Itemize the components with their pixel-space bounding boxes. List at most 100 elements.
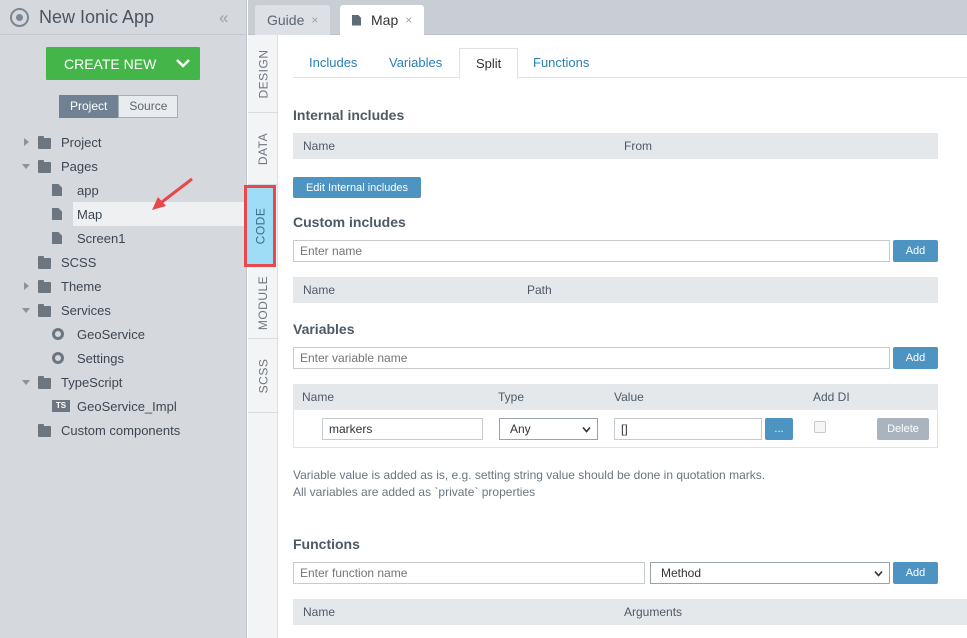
- tree-item-label: Screen1: [77, 230, 126, 246]
- chevron-down-icon: [582, 426, 591, 433]
- file-icon: [52, 184, 62, 196]
- function-kind-select[interactable]: Method: [650, 562, 890, 584]
- tree-item[interactable]: app: [0, 178, 247, 202]
- tab-scss[interactable]: SCSS: [248, 339, 278, 413]
- tab-map[interactable]: Map ×: [340, 5, 425, 35]
- gear-icon: [52, 352, 64, 364]
- tab-scss-label: SCSS: [256, 358, 270, 393]
- custom-include-name-input[interactable]: [293, 240, 890, 262]
- tab-design[interactable]: DESIGN: [248, 35, 278, 113]
- add-custom-include-button[interactable]: Add: [893, 240, 938, 262]
- caret-down-icon[interactable]: [22, 380, 30, 385]
- subtab-split[interactable]: Split: [459, 48, 519, 79]
- add-di-checkbox[interactable]: [814, 421, 826, 433]
- subtab-functions[interactable]: Functions: [517, 48, 605, 78]
- tab-guide[interactable]: Guide ×: [255, 5, 331, 35]
- tree-item-label: TypeScript: [61, 374, 123, 390]
- close-icon[interactable]: ×: [405, 13, 412, 27]
- create-new-button[interactable]: CREATE NEW: [46, 47, 200, 80]
- functions-heading: Functions: [293, 536, 360, 552]
- column-from: From: [624, 139, 652, 153]
- tab-data[interactable]: DATA: [248, 113, 278, 185]
- tree-item[interactable]: SCSS: [0, 250, 247, 274]
- file-icon: [52, 208, 62, 220]
- variables-table-header: Name Type Value Add DI: [293, 384, 938, 410]
- chevron-down-icon[interactable]: [176, 56, 190, 70]
- tree-item[interactable]: TypeScript: [0, 370, 247, 394]
- edit-value-button[interactable]: ...: [765, 418, 793, 440]
- tree-item[interactable]: Pages: [0, 154, 247, 178]
- column-name: Name: [302, 390, 335, 404]
- tree-item-label: Project: [61, 134, 102, 150]
- add-variable-button[interactable]: Add: [893, 347, 938, 369]
- custom-includes-table-header: Name Path: [293, 277, 938, 303]
- folder-icon: [38, 280, 51, 293]
- variable-type-select[interactable]: Any: [499, 418, 598, 440]
- subtab-variables[interactable]: Variables: [373, 48, 458, 78]
- tree-item-label: Map: [77, 206, 103, 222]
- tree-item[interactable]: Theme: [0, 274, 247, 298]
- tab-code-label: CODE: [253, 207, 268, 245]
- variables-note: Variable value is added as is, e.g. sett…: [293, 468, 766, 482]
- tree-item-label: app: [77, 182, 99, 198]
- caret-down-icon[interactable]: [22, 308, 30, 313]
- caret-right-icon[interactable]: [24, 282, 29, 290]
- tree-item[interactable]: Services: [0, 298, 247, 322]
- subtab-includes[interactable]: Includes: [293, 48, 373, 78]
- tree-item[interactable]: GeoService: [0, 322, 247, 346]
- tree-item[interactable]: TS GeoService_Impl: [0, 394, 247, 418]
- source-toggle-button[interactable]: Source: [118, 95, 179, 118]
- tree-item[interactable]: Project: [0, 130, 247, 154]
- project-tree: Project Pages app Map Screen1 SCSS Theme Servic…: [0, 130, 247, 442]
- file-icon: [52, 232, 62, 244]
- app-header: New Ionic App: [0, 0, 246, 35]
- caret-right-icon[interactable]: [24, 138, 29, 146]
- project-toggle-button[interactable]: Project: [59, 95, 119, 118]
- folder-icon: [38, 160, 51, 173]
- column-add-di: Add DI: [813, 390, 850, 404]
- app-title: New Ionic App: [39, 6, 155, 27]
- variable-row: markers Any [] ... Delete: [293, 410, 938, 448]
- tab-data-label: DATA: [256, 132, 271, 165]
- code-panel: Includes Variables Split Functions Inter…: [279, 35, 967, 638]
- variable-name-input[interactable]: [293, 347, 890, 369]
- page-file-icon: [352, 14, 361, 26]
- tree-item-label: Custom components: [61, 422, 181, 438]
- variable-type-value: Any: [510, 422, 531, 436]
- functions-table-header: Name Arguments: [293, 599, 967, 625]
- column-path: Path: [527, 283, 552, 297]
- tree-item[interactable]: Settings: [0, 346, 247, 370]
- tree-item-label: Settings: [77, 350, 124, 366]
- delete-variable-button[interactable]: Delete: [877, 418, 929, 440]
- custom-includes-heading: Custom includes: [293, 214, 406, 230]
- edit-internal-includes-button[interactable]: Edit Internal includes: [293, 177, 421, 198]
- column-name: Name: [303, 283, 336, 297]
- collapse-sidebar-icon[interactable]: «: [219, 8, 229, 28]
- gear-icon: [52, 328, 64, 340]
- folder-icon: [38, 424, 51, 437]
- tab-code[interactable]: CODE: [244, 185, 276, 267]
- column-name: Name: [303, 139, 336, 153]
- project-source-toggle: Project Source: [59, 95, 179, 118]
- close-icon[interactable]: ×: [311, 13, 318, 27]
- tab-module-label: MODULE: [256, 275, 270, 330]
- ionic-logo-icon: [10, 7, 29, 27]
- variable-value-field[interactable]: []: [614, 418, 762, 440]
- add-function-button[interactable]: Add: [893, 562, 938, 584]
- tree-item[interactable]: Custom components: [0, 418, 247, 442]
- tree-item[interactable]: Screen1: [0, 226, 247, 250]
- internal-includes-table-header: Name From: [293, 133, 938, 159]
- column-value: Value: [614, 390, 644, 404]
- tree-item-label: Theme: [61, 278, 102, 294]
- tab-module[interactable]: MODULE: [248, 267, 278, 339]
- tab-guide-label: Guide: [267, 12, 305, 28]
- variable-name-field[interactable]: markers: [322, 418, 483, 440]
- tree-item-label: Services: [61, 302, 111, 318]
- function-name-input[interactable]: [293, 562, 645, 584]
- editor-mode-tabs: DESIGN DATA CODE MODULE SCSS: [244, 35, 278, 638]
- caret-down-icon[interactable]: [22, 164, 30, 169]
- tab-design-label: DESIGN: [256, 48, 271, 99]
- column-name: Name: [303, 605, 336, 619]
- project-sidebar: New Ionic App « CREATE NEW Project Sourc…: [0, 0, 247, 638]
- editor-tab-bar: Guide × Map ×: [248, 0, 967, 35]
